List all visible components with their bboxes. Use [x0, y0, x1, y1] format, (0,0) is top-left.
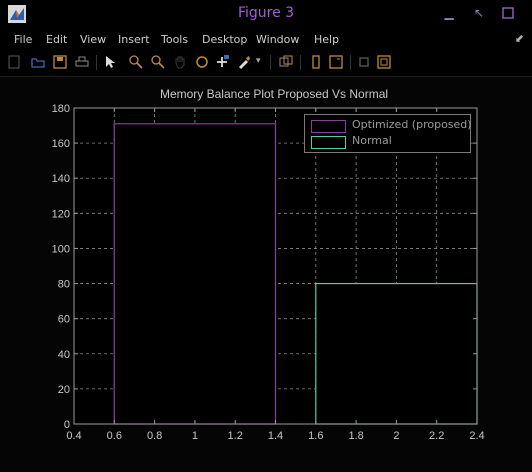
menu-help[interactable]: Help [314, 33, 339, 46]
x-tick-label: 1.8 [348, 430, 363, 442]
y-tick-label: 60 [58, 314, 70, 326]
menu-insert[interactable]: Insert [118, 33, 150, 46]
y-tick-label: 180 [52, 103, 70, 115]
y-tick-label: 20 [58, 384, 70, 396]
pan-hand-icon[interactable] [172, 54, 188, 70]
y-tick-label: 100 [52, 243, 70, 255]
y-tick-label: 80 [58, 279, 70, 291]
y-tick-label: 0 [64, 419, 70, 431]
x-tick-label: 1.4 [268, 430, 283, 442]
legend[interactable]: Optimized (proposed) Normal [304, 114, 472, 153]
close-icon [502, 7, 514, 19]
save-icon[interactable] [52, 54, 68, 70]
title-bar: Figure 3 ▁ ↖ [0, 0, 532, 30]
x-tick-label: 1.6 [308, 430, 323, 442]
figure-canvas[interactable]: Memory Balance Plot Proposed Vs Normal 0… [0, 77, 532, 472]
menu-tools[interactable]: Tools [161, 33, 188, 46]
legend-swatch-optimized [311, 120, 346, 133]
toolbar-separator [270, 55, 271, 70]
show-plot-tools-icon[interactable] [376, 54, 392, 70]
data-cursor-icon[interactable] [214, 54, 230, 70]
x-tick-label: 0.6 [107, 430, 122, 442]
brush-icon[interactable] [236, 54, 252, 70]
y-tick-label: 120 [52, 208, 70, 220]
x-tick-label: 1.2 [228, 430, 243, 442]
x-tick-label: 2 [393, 430, 399, 442]
y-tick-label: 160 [52, 138, 70, 150]
minimize-icon: ▁ [444, 6, 454, 20]
menu-desktop[interactable]: Desktop [202, 33, 247, 46]
y-tick-label: 40 [58, 349, 70, 361]
x-tick-label: 0.8 [147, 430, 162, 442]
maximize-icon: ↖ [473, 6, 485, 20]
maximize-button[interactable]: ↖ [468, 3, 490, 23]
close-button[interactable] [497, 3, 519, 23]
y-tick-label: 140 [52, 173, 70, 185]
menu-window[interactable]: Window [256, 33, 299, 46]
legend-label-optimized: Optimized (proposed) [352, 118, 472, 131]
x-tick-label: 2.4 [469, 430, 484, 442]
chart-title: Memory Balance Plot Proposed Vs Normal [160, 87, 388, 101]
toolbar-separator [300, 55, 301, 70]
menu-file[interactable]: File [14, 33, 32, 46]
menu-edit[interactable]: Edit [46, 33, 67, 46]
zoom-out-icon[interactable] [150, 54, 166, 70]
insert-colorbar-icon[interactable] [308, 54, 324, 70]
legend-swatch-normal [311, 136, 346, 149]
x-tick-label: 1 [192, 430, 198, 442]
print-icon[interactable] [74, 54, 90, 70]
x-tick-label: 2.2 [429, 430, 444, 442]
menu-view[interactable]: View [80, 33, 106, 46]
toolbar-separator [350, 55, 351, 70]
bar-normal [315, 282, 478, 425]
rotate-3d-icon[interactable] [194, 54, 210, 70]
toolbar-separator [96, 55, 97, 70]
bar-optimized [113, 123, 277, 425]
legend-label-normal: Normal [352, 134, 392, 147]
minimize-button[interactable]: ▁ [438, 3, 460, 23]
menu-bar: File Edit View Insert Tools Desktop Wind… [0, 30, 532, 50]
dock-figure-icon[interactable]: ⬋ [515, 32, 524, 45]
zoom-in-icon[interactable] [128, 54, 144, 70]
insert-legend-icon[interactable] [328, 54, 344, 70]
edit-plot-arrow-icon[interactable] [102, 54, 118, 70]
new-figure-icon[interactable] [6, 54, 22, 70]
x-tick-label: 0.4 [66, 430, 81, 442]
figure-toolbar: ▾ [0, 50, 532, 77]
link-plot-icon[interactable] [278, 54, 294, 70]
hide-plot-tools-icon[interactable] [356, 54, 372, 70]
open-file-icon[interactable] [30, 54, 46, 70]
